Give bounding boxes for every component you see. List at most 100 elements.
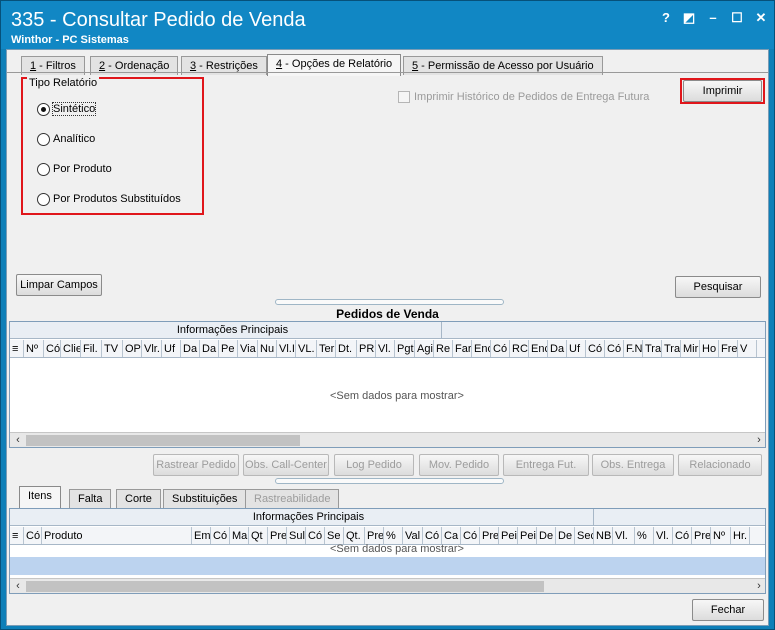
radio-analitico[interactable]: Analítico	[37, 131, 95, 147]
column-header[interactable]: Em	[192, 527, 211, 544]
scroll-left-icon[interactable]: ‹	[10, 433, 26, 447]
column-header[interactable]: Có	[673, 527, 692, 544]
column-header[interactable]: Có	[605, 340, 624, 357]
header-menu-icon[interactable]: ≡	[10, 527, 24, 544]
column-header[interactable]: Có	[306, 527, 325, 544]
column-header[interactable]: Fre	[719, 340, 738, 357]
column-header[interactable]: Pei	[499, 527, 518, 544]
column-header[interactable]: Hr.	[731, 527, 750, 544]
help-icon[interactable]: ?	[656, 9, 676, 27]
column-header[interactable]: Pre	[480, 527, 499, 544]
column-header[interactable]: F.N	[624, 340, 643, 357]
column-header[interactable]: Có	[211, 527, 230, 544]
column-header[interactable]: Agi	[415, 340, 434, 357]
column-header[interactable]: Da	[548, 340, 567, 357]
items-hscrollbar[interactable]: ‹ ›	[10, 578, 765, 593]
column-header[interactable]: Ho	[700, 340, 719, 357]
column-header[interactable]: Nu	[258, 340, 277, 357]
column-header[interactable]: OP	[123, 340, 142, 357]
column-header[interactable]: V	[738, 340, 757, 357]
order-log-button[interactable]: Log Pedido	[334, 454, 414, 476]
column-header[interactable]: Có	[44, 340, 61, 357]
column-header[interactable]: Nº	[711, 527, 731, 544]
column-header[interactable]: Pe	[219, 340, 238, 357]
radio-icon[interactable]	[37, 132, 50, 146]
column-header[interactable]: Vl.	[376, 340, 395, 357]
column-header[interactable]: Da	[200, 340, 219, 357]
column-header[interactable]: Vl.	[613, 527, 635, 544]
column-header[interactable]: Pre	[268, 527, 287, 544]
scroll-right-icon[interactable]: ›	[751, 579, 765, 593]
column-header[interactable]: Qt	[249, 527, 268, 544]
column-header[interactable]: Ter	[317, 340, 336, 357]
column-header[interactable]: Da	[181, 340, 200, 357]
close-icon[interactable]: ✕	[751, 9, 771, 27]
column-header[interactable]: De	[537, 527, 556, 544]
column-header[interactable]: Dt.	[336, 340, 357, 357]
tab-substituicoes[interactable]: Substituições	[163, 489, 247, 508]
column-header[interactable]: Có	[586, 340, 605, 357]
column-header[interactable]: Vl.I	[277, 340, 296, 357]
column-header[interactable]: Sul	[287, 527, 306, 544]
column-header[interactable]: VL.	[296, 340, 317, 357]
collapse-splitter-top[interactable]	[275, 299, 504, 305]
column-header[interactable]: PR.	[357, 340, 376, 357]
column-header[interactable]: Pei	[518, 527, 537, 544]
maximize-icon[interactable]: ☐	[727, 9, 747, 27]
scroll-left-icon[interactable]: ‹	[10, 579, 26, 593]
column-header[interactable]: Tra	[662, 340, 681, 357]
column-header[interactable]: Sec	[575, 527, 594, 544]
order-movement-button[interactable]: Mov. Pedido	[419, 454, 499, 476]
column-header[interactable]: Nº	[24, 340, 44, 357]
future-delivery-button[interactable]: Entrega Fut.	[503, 454, 589, 476]
scroll-thumb[interactable]	[26, 581, 544, 592]
column-header[interactable]: Vlr.	[142, 340, 162, 357]
scroll-thumb[interactable]	[26, 435, 300, 446]
column-header[interactable]: Uf	[162, 340, 181, 357]
column-header[interactable]: Enc	[472, 340, 491, 357]
radio-por-produto[interactable]: Por Produto	[37, 161, 112, 177]
header-menu-icon[interactable]: ≡	[10, 340, 24, 357]
column-header[interactable]: Produto	[42, 527, 192, 544]
column-header[interactable]: Pgt	[395, 340, 415, 357]
orders-hscrollbar[interactable]: ‹ ›	[10, 432, 765, 447]
column-header[interactable]: %	[635, 527, 654, 544]
history-checkbox-row[interactable]: Imprimir Histórico de Pedidos de Entrega…	[398, 91, 649, 103]
column-header[interactable]: Ma	[230, 527, 249, 544]
delivery-obs-button[interactable]: Obs. Entrega	[592, 454, 674, 476]
collapse-splitter-bottom[interactable]	[275, 478, 504, 484]
radio-sintetico[interactable]: Sintético	[37, 101, 97, 117]
tab-itens[interactable]: Itens	[19, 486, 61, 508]
column-header[interactable]: Re	[434, 340, 453, 357]
radio-icon[interactable]	[37, 162, 50, 176]
column-header[interactable]: NBI	[594, 527, 613, 544]
history-checkbox[interactable]	[398, 91, 410, 103]
radio-selected-icon[interactable]	[37, 102, 50, 116]
print-button[interactable]: Imprimir	[683, 80, 762, 102]
close-button[interactable]: Fechar	[692, 599, 764, 621]
column-header[interactable]: Vl.	[654, 527, 673, 544]
restore-layout-icon[interactable]: ◩	[679, 9, 699, 27]
radio-por-produtos-substituidos[interactable]: Por Produtos Substituídos	[37, 191, 181, 207]
title-bar[interactable]: 335 - Consultar Pedido de Venda Winthor …	[1, 1, 774, 49]
column-header[interactable]: Uf	[567, 340, 586, 357]
track-order-button[interactable]: Rastrear Pedido	[153, 454, 239, 476]
radio-icon[interactable]	[37, 192, 50, 206]
column-header[interactable]: Có	[491, 340, 510, 357]
column-header[interactable]: Enc	[529, 340, 548, 357]
tab-rastreabilidade[interactable]: Rastreabilidade	[245, 489, 340, 508]
column-header[interactable]: Pre	[692, 527, 711, 544]
column-header[interactable]: De	[556, 527, 575, 544]
column-header[interactable]: TV	[102, 340, 123, 357]
minimize-icon[interactable]: –	[703, 9, 723, 27]
search-button[interactable]: Pesquisar	[675, 276, 761, 298]
tab-falta[interactable]: Falta	[69, 489, 112, 508]
column-header[interactable]: Có	[24, 527, 42, 544]
tab-corte[interactable]: Corte	[116, 489, 161, 508]
column-header[interactable]: Mir	[681, 340, 700, 357]
column-header[interactable]: Far	[453, 340, 472, 357]
related-button[interactable]: Relacionado	[678, 454, 762, 476]
column-header[interactable]: Clie	[61, 340, 81, 357]
column-header[interactable]: Via	[238, 340, 258, 357]
call-center-obs-button[interactable]: Obs. Call-Center	[243, 454, 329, 476]
